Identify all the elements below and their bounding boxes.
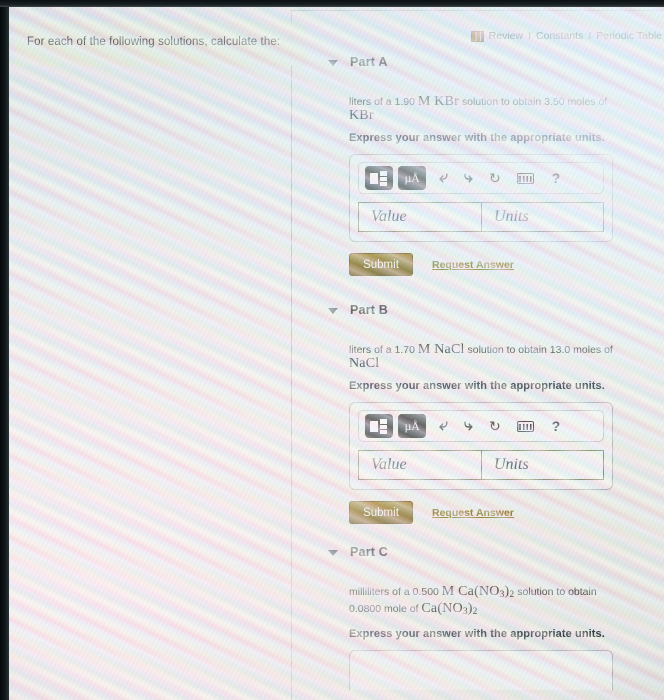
- template-icon[interactable]: [365, 166, 393, 190]
- part-a-header[interactable]: Part A: [292, 55, 664, 69]
- part-b-instruction: Express your answer with the appropriate…: [349, 380, 605, 392]
- redo-icon[interactable]: ⤷: [464, 418, 473, 434]
- units-icon-label: µÅ: [404, 170, 420, 185]
- part-c-title: Part C: [350, 545, 389, 559]
- left-panel: For each of the following solutions, cal…: [9, 7, 305, 700]
- review-link[interactable]: Review: [489, 30, 523, 42]
- header-resource-links: Review I Constants I Periodic Table: [470, 30, 662, 42]
- part-b-input-row: Value Units: [358, 450, 604, 480]
- reset-icon[interactable]: ↻: [489, 171, 501, 185]
- units-icon[interactable]: µÅ: [398, 414, 426, 438]
- part-a-question: liters of a 1.90 M KBr solution to obtai…: [349, 95, 617, 123]
- part-a-formula-1: M KBr: [417, 94, 459, 109]
- part-b-header[interactable]: Part B: [292, 303, 664, 317]
- part-a-submit-button[interactable]: Submit: [349, 253, 413, 276]
- part-a-value-input[interactable]: Value: [358, 202, 481, 232]
- part-b-title: Part B: [350, 303, 389, 317]
- periodic-table-link[interactable]: Periodic Table: [596, 30, 662, 42]
- part-b-request-answer-link[interactable]: Request Answer: [432, 507, 514, 519]
- monitor-bezel-left: [0, 0, 9, 700]
- part-a-editor-toolbar: µÅ ⤶ ⤷ ↻ ?: [358, 162, 604, 194]
- part-b-value-input[interactable]: Value: [358, 450, 481, 480]
- part-c-formula-1: M Ca(NO3)2: [441, 584, 515, 601]
- part-b-formula-1: M NaCl: [417, 342, 465, 357]
- right-panel: Review I Constants I Periodic Table Part…: [292, 7, 664, 700]
- problem-prompt-card: For each of the following solutions, cal…: [15, 21, 305, 66]
- part-a-instruction: Express your answer with the appropriate…: [349, 132, 605, 144]
- part-b-units-input[interactable]: Units: [481, 450, 604, 480]
- monitor-photo: For each of the following solutions, cal…: [0, 0, 664, 700]
- part-a-actions: Submit Request Answer: [349, 253, 664, 276]
- part-a-input-row: Value Units: [358, 202, 604, 232]
- link-separator-2: I: [588, 30, 592, 42]
- book-icon: [470, 30, 484, 42]
- undo-icon[interactable]: ⤶: [439, 170, 448, 186]
- part-b-formula-2: NaCl: [349, 356, 380, 371]
- part-c-q-pre: milliliters of a 0.500: [349, 586, 439, 598]
- part-c-answer-box: [349, 650, 613, 690]
- link-separator-1: I: [528, 30, 532, 42]
- part-a-answer-box: µÅ ⤶ ⤷ ↻ ? Value Units: [349, 154, 613, 242]
- template-icon[interactable]: [365, 414, 393, 438]
- part-c-section: Part C milliliters of a 0.500 M Ca(NO3)2…: [292, 545, 664, 690]
- part-a-section: Part A liters of a 1.90 M KBr solution t…: [292, 55, 664, 276]
- chevron-down-icon[interactable]: [328, 550, 338, 556]
- part-b-editor-toolbar: µÅ ⤶ ⤷ ↻ ?: [358, 410, 604, 442]
- keyboard-icon[interactable]: [516, 172, 534, 184]
- part-c-instruction: Express your answer with the appropriate…: [349, 628, 605, 640]
- part-b-q-pre: liters of a 1.70: [349, 344, 415, 356]
- part-b-submit-button[interactable]: Submit: [349, 501, 413, 524]
- part-a-formula-2: KBr: [349, 108, 374, 123]
- part-a-units-input[interactable]: Units: [481, 202, 604, 232]
- part-a-q-pre: liters of a 1.90: [349, 96, 415, 108]
- help-icon[interactable]: ?: [552, 170, 561, 186]
- units-icon[interactable]: µÅ: [398, 166, 426, 190]
- chevron-down-icon[interactable]: [328, 308, 338, 314]
- part-b-q-mid: solution to obtain 13.0 moles of: [467, 344, 613, 356]
- part-c-header[interactable]: Part C: [292, 545, 664, 559]
- redo-icon[interactable]: ⤷: [464, 170, 473, 186]
- keyboard-icon[interactable]: [516, 420, 534, 432]
- monitor-bezel-top: [0, 0, 664, 7]
- page-content: For each of the following solutions, cal…: [9, 7, 664, 700]
- part-b-actions: Submit Request Answer: [349, 501, 664, 524]
- part-c-question: milliliters of a 0.500 M Ca(NO3)2 soluti…: [349, 585, 617, 619]
- units-icon-label: µÅ: [404, 418, 420, 433]
- part-a-title: Part A: [350, 55, 388, 69]
- part-b-question: liters of a 1.70 M NaCl solution to obta…: [349, 343, 617, 371]
- constants-link[interactable]: Constants: [536, 30, 583, 42]
- chevron-down-icon[interactable]: [328, 60, 338, 66]
- part-b-section: Part B liters of a 1.70 M NaCl solution …: [292, 303, 664, 524]
- part-a-q-mid: solution to obtain 3.50 moles of: [461, 96, 608, 108]
- undo-icon[interactable]: ⤶: [439, 418, 448, 434]
- help-icon[interactable]: ?: [552, 418, 561, 434]
- part-a-request-answer-link[interactable]: Request Answer: [432, 259, 514, 271]
- screen-surface: For each of the following solutions, cal…: [9, 7, 664, 700]
- part-b-answer-box: µÅ ⤶ ⤷ ↻ ? Value Units: [349, 402, 613, 490]
- reset-icon[interactable]: ↻: [489, 419, 501, 433]
- problem-prompt-text: For each of the following solutions, cal…: [27, 36, 281, 48]
- part-c-formula-2: Ca(NO3)2: [421, 601, 478, 618]
